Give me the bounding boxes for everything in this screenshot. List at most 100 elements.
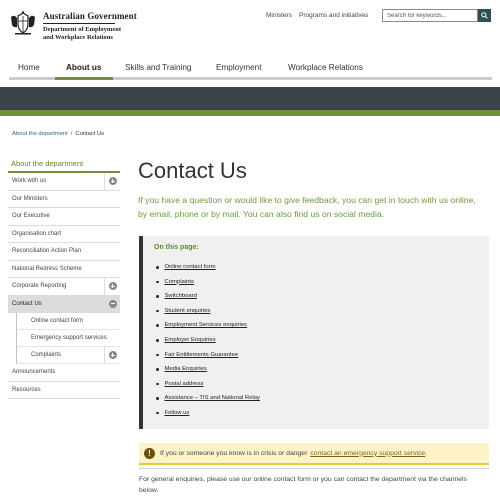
sidebar-item-label: National Redress Scheme xyxy=(12,265,82,272)
page-title: Contact Us xyxy=(138,158,247,183)
breadcrumb: About the department / Contact Us xyxy=(12,131,104,137)
sidebar-item-label: Corporate Reporting xyxy=(12,283,67,289)
nav-skills-and-training[interactable]: Skills and Training xyxy=(125,63,191,72)
sidebar-subitem-online-contact-form[interactable]: Online contact form xyxy=(16,313,120,330)
anchor-link-online-contact-form[interactable]: Online contact form xyxy=(165,260,216,275)
plus-icon xyxy=(108,282,117,291)
search-input[interactable] xyxy=(382,9,478,22)
utility-link-ministers[interactable]: Ministers xyxy=(266,12,292,19)
bullet-icon xyxy=(156,266,159,269)
anchor-link-assistance-tis[interactable]: Assistance – TIS and National Relay xyxy=(165,391,261,406)
coat-of-arms-icon[interactable] xyxy=(9,11,37,36)
section-divider xyxy=(139,468,489,469)
breadcrumb-link-about[interactable]: About the department xyxy=(12,131,68,137)
sidebar-item-label: Organisation chart xyxy=(12,230,62,237)
crisis-alert: ! If you or someone you know is in crisi… xyxy=(139,443,489,465)
nav-home[interactable]: Home xyxy=(18,63,40,72)
bullet-icon xyxy=(156,382,159,386)
on-this-page-list: Online contact form Complaints Switchboa… xyxy=(156,260,260,421)
exclamation-icon: ! xyxy=(144,447,155,459)
page-banner xyxy=(0,87,500,110)
title-divider xyxy=(43,23,115,24)
utility-link-programs[interactable]: Programs and initiatives xyxy=(299,12,368,19)
list-item: Follow us xyxy=(156,406,260,421)
sidebar-subitem-complaints[interactable]: Complaints xyxy=(16,347,120,364)
sidebar-subitem-label: Online contact form xyxy=(31,318,84,324)
sidebar-item-contact-us[interactable]: Contact Us xyxy=(8,295,120,313)
site-header: Australian Government Department of Empl… xyxy=(0,0,500,52)
anchor-link-employment-services-enquiries[interactable]: Employment Services enquiries xyxy=(165,318,248,333)
anchor-link-complaints[interactable]: Complaints xyxy=(165,275,194,290)
search-icon xyxy=(481,12,488,19)
sidebar-item-resources[interactable]: Resources xyxy=(8,382,120,399)
sidebar-item-reconciliation-action-plan[interactable]: Reconciliation Action Plan xyxy=(8,243,120,261)
anchor-link-follow-us[interactable]: Follow us xyxy=(165,406,190,421)
bullet-icon xyxy=(156,324,159,327)
nav-workplace-relations[interactable]: Workplace Relations xyxy=(288,63,363,72)
plus-icon xyxy=(108,177,117,186)
list-item: Employment Services enquiries xyxy=(156,318,260,333)
sidebar-item-organisation-chart[interactable]: Organisation chart xyxy=(8,226,120,243)
minus-icon xyxy=(108,299,117,308)
list-item: Switchboard xyxy=(156,289,260,304)
collapse-toggle[interactable] xyxy=(104,295,120,312)
sidebar-item-our-executive[interactable]: Our Executive xyxy=(8,208,120,226)
sidebar-item-label: Our Executive xyxy=(12,213,50,219)
nav-employment[interactable]: Employment xyxy=(216,63,262,72)
bullet-icon xyxy=(156,280,159,284)
anchor-link-employer-enquiries[interactable]: Employer Enquiries xyxy=(165,333,216,348)
search-button[interactable] xyxy=(478,9,491,22)
emergency-support-link[interactable]: contact an emergency support service xyxy=(310,450,425,457)
department-name: Department of Employment and Workplace R… xyxy=(43,26,121,41)
anchor-link-student-enquiries[interactable]: Student enquiries xyxy=(165,304,211,319)
breadcrumb-separator: / xyxy=(70,131,73,137)
sidebar-item-label: Our Ministers xyxy=(12,195,48,202)
list-item: Media Enquiries xyxy=(156,362,260,377)
bullet-icon xyxy=(156,353,159,357)
expand-toggle[interactable] xyxy=(104,173,120,190)
sidebar-subitem-emergency-support-services[interactable]: Emergency support services xyxy=(16,330,120,347)
government-title: Australian Government xyxy=(43,11,137,21)
sidebar-item-announcements[interactable]: Announcements xyxy=(8,364,120,382)
bullet-icon xyxy=(156,411,159,415)
banner-accent-stripe xyxy=(0,110,500,116)
bullet-icon xyxy=(156,339,159,342)
sidebar-heading[interactable]: About the department xyxy=(8,157,120,173)
anchor-link-switchboard[interactable]: Switchboard xyxy=(165,289,197,304)
sidebar-item-corporate-reporting[interactable]: Corporate Reporting xyxy=(8,278,120,296)
sidebar-subitem-label: Emergency support services xyxy=(31,335,107,341)
list-item: Assistance – TIS and National Relay xyxy=(156,391,260,406)
sidebar-item-national-redress-scheme[interactable]: National Redress Scheme xyxy=(8,261,120,278)
on-this-page-box: On this page: Online contact form Compla… xyxy=(139,236,489,429)
plus-icon xyxy=(108,351,117,359)
expand-toggle[interactable] xyxy=(104,347,120,363)
bullet-icon xyxy=(156,368,159,371)
sidebar-item-label: Resources xyxy=(12,386,41,393)
list-item: Complaints xyxy=(156,275,260,290)
list-item: Postal address xyxy=(156,377,260,392)
sidebar-item-work-with-us[interactable]: Work with us xyxy=(8,173,120,191)
sidebar-item-label: Reconciliation Action Plan xyxy=(12,248,82,254)
general-enquiries-text: For general enquiries, please use our on… xyxy=(139,476,467,494)
list-item: Student enquiries xyxy=(156,304,260,319)
sidebar-nav: About the department Work with us Our Mi… xyxy=(8,157,120,399)
anchor-link-media-enquiries[interactable]: Media Enquiries xyxy=(165,362,207,377)
intro-text: If you have a question or would like to … xyxy=(138,195,476,219)
breadcrumb-current: Contact Us xyxy=(75,131,105,137)
expand-toggle[interactable] xyxy=(104,278,120,295)
sidebar-item-label: Work with us xyxy=(12,178,47,184)
bullet-icon xyxy=(156,295,159,298)
nav-about-us[interactable]: About us xyxy=(66,63,101,72)
sidebar-item-our-ministers[interactable]: Our Ministers xyxy=(8,191,120,208)
list-item: Fair Entitlements Guarantee xyxy=(156,348,260,363)
anchor-link-postal-address[interactable]: Postal address xyxy=(165,377,204,392)
sidebar-subitem-label: Complaints xyxy=(31,352,62,358)
sidebar-item-label: Announcements xyxy=(12,369,56,375)
bullet-icon xyxy=(156,309,159,313)
anchor-link-fair-entitlements-guarantee[interactable]: Fair Entitlements Guarantee xyxy=(165,348,239,363)
list-item: Online contact form xyxy=(156,260,260,275)
sidebar-item-label: Contact Us xyxy=(12,300,42,307)
bullet-icon xyxy=(156,397,159,400)
alert-text: If you or someone you know is in crisis … xyxy=(160,449,308,457)
nav-active-indicator xyxy=(55,77,113,80)
